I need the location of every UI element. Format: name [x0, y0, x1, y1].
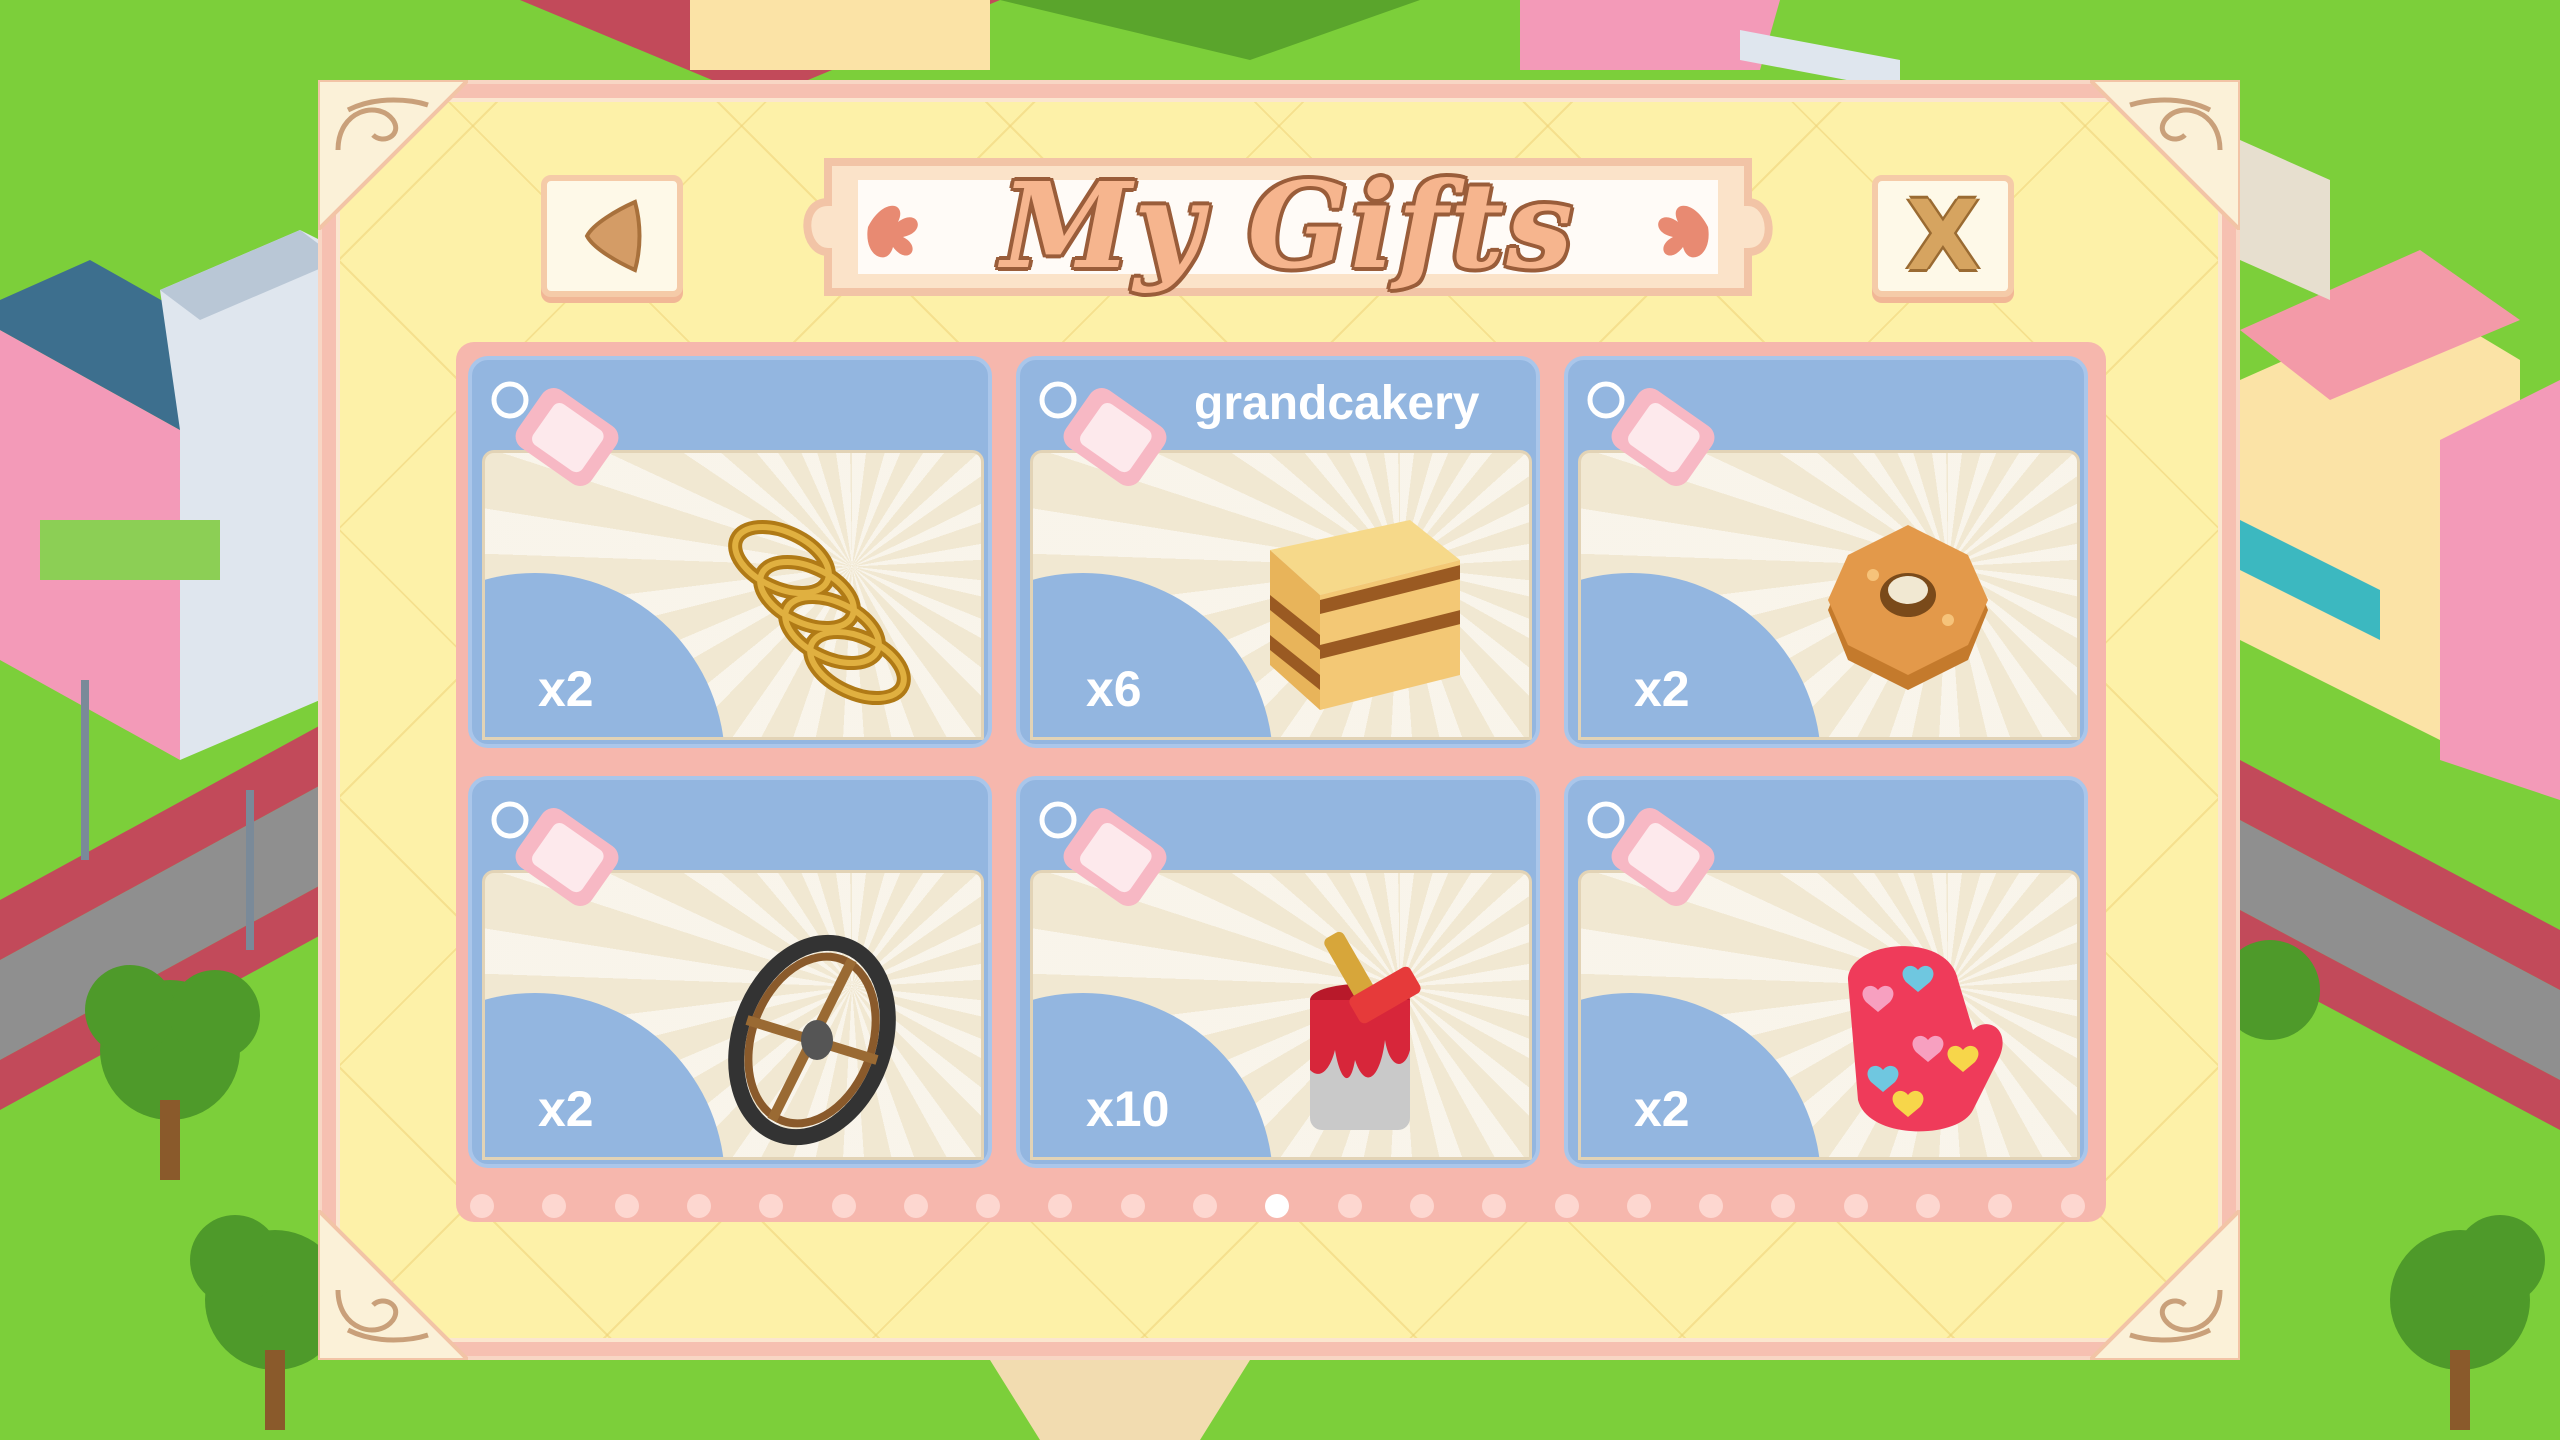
cake-slice-icon — [1270, 520, 1460, 710]
gift-quantity: x2 — [538, 1081, 594, 1137]
page-dot[interactable] — [1916, 1194, 1940, 1218]
gift-card[interactable]: x2 — [468, 356, 992, 748]
page-dot[interactable] — [2060, 1194, 2085, 1218]
gifts-grid: x2 grandcakery x6 x2 x2 x10 x2 — [456, 342, 2106, 1222]
ornament-corner-top-right — [2090, 80, 2240, 230]
wagon-wheel-icon — [728, 934, 896, 1146]
page-dot[interactable] — [1193, 1194, 1217, 1218]
page-dot[interactable] — [903, 1194, 928, 1218]
page-dot[interactable] — [614, 1194, 639, 1218]
page-dot[interactable] — [542, 1194, 567, 1218]
gift-tag-icon — [1039, 381, 1167, 486]
page-dot[interactable] — [1626, 1194, 1651, 1218]
page-dot[interactable] — [1699, 1194, 1724, 1218]
gift-tag-icon — [1587, 381, 1715, 486]
title-banner: My Gifts — [788, 142, 1788, 312]
gift-tag-icon — [491, 801, 619, 906]
ornament-corner-bottom-left — [318, 1210, 468, 1360]
page-dot[interactable] — [1409, 1194, 1434, 1218]
gift-card[interactable]: x2 — [468, 776, 992, 1168]
gift-quantity: x10 — [1086, 1081, 1170, 1137]
page-dot[interactable] — [759, 1194, 784, 1218]
gift-quantity: x2 — [1634, 661, 1690, 717]
page-dot[interactable] — [1120, 1194, 1145, 1218]
page-indicator — [456, 1190, 2106, 1220]
page-title: My Gifts — [1001, 156, 1575, 295]
page-dot[interactable] — [1337, 1194, 1362, 1218]
page-dot[interactable] — [1554, 1194, 1579, 1218]
page-dot[interactable] — [686, 1194, 711, 1218]
gift-quantity: x6 — [1086, 661, 1142, 717]
gift-quantity: x2 — [538, 661, 594, 717]
page-dot[interactable] — [976, 1194, 1001, 1218]
gifts-dialog: My Gifts X x2 grandcakery x6 x2 x2 x10 x… — [318, 80, 2240, 1360]
gift-card[interactable]: x2 — [1564, 356, 2088, 748]
gift-card[interactable]: x2 — [1564, 776, 2088, 1168]
back-arrow-icon — [584, 199, 642, 273]
paint-bucket-icon — [1310, 931, 1421, 1130]
page-dot[interactable] — [1482, 1194, 1507, 1218]
spring-coil-icon — [728, 519, 911, 706]
back-button[interactable] — [541, 175, 683, 297]
donut-icon — [1828, 525, 1988, 690]
gift-sender: grandcakery — [1194, 377, 1480, 430]
page-dot[interactable] — [1843, 1194, 1868, 1218]
ornament-corner-top-left — [318, 80, 468, 230]
gift-tag-icon — [1039, 801, 1167, 906]
gift-card[interactable]: grandcakery x6 — [1016, 356, 1540, 748]
page-dot[interactable] — [1988, 1194, 2013, 1218]
page-dot[interactable] — [1771, 1194, 1796, 1218]
page-dot[interactable] — [831, 1194, 856, 1218]
page-dot[interactable] — [1048, 1194, 1073, 1218]
page-dot[interactable] — [470, 1194, 494, 1218]
page-dot-active[interactable] — [1265, 1194, 1290, 1218]
close-icon: X — [1905, 180, 1980, 292]
close-button[interactable]: X — [1872, 175, 2014, 297]
gift-card[interactable]: x10 — [1016, 776, 1540, 1168]
gift-tag-icon — [1587, 801, 1715, 906]
ornament-corner-bottom-right — [2090, 1210, 2240, 1360]
heart-mitten-icon — [1848, 946, 2003, 1132]
gift-tag-icon — [491, 381, 619, 486]
gift-quantity: x2 — [1634, 1081, 1690, 1137]
